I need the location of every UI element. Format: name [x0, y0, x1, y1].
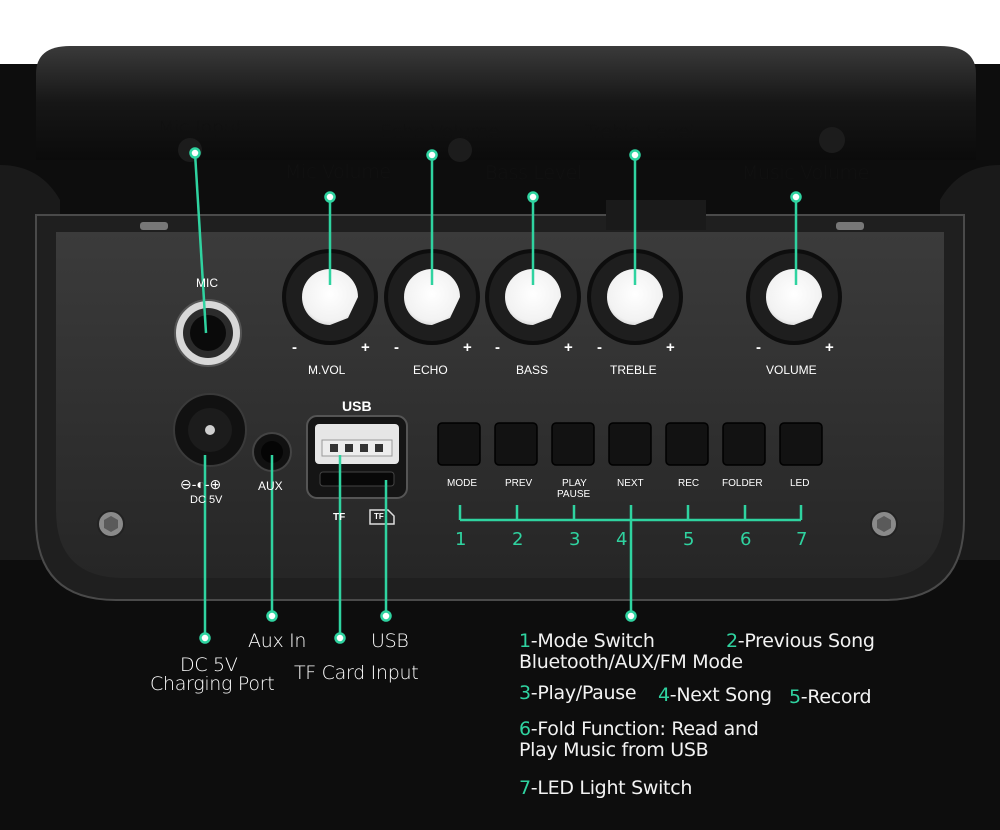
button-number-1: 1 — [455, 529, 467, 550]
note-1-text2: Bluetooth/AUX/FM Mode — [519, 651, 743, 673]
button-number-7: 7 — [796, 529, 808, 550]
mic-label: MIC — [196, 276, 218, 290]
dc-5v-label: DC 5V — [190, 494, 223, 506]
note-3: 3-Play/Pause — [519, 682, 637, 704]
led-label: LED — [790, 478, 810, 489]
echo-minus: - — [394, 339, 399, 356]
callout-tf-card-input: TF Card Input — [294, 662, 419, 684]
next-label: NEXT — [617, 478, 644, 489]
tf-icon-label: TF — [374, 512, 384, 521]
note-7-text: -LED Light Switch — [530, 777, 693, 799]
button-number-6: 6 — [740, 529, 752, 550]
usb-label: USB — [342, 398, 372, 414]
callout-echo-volume: Echo Volume — [380, 121, 500, 143]
note-6-text: -Fold Function: Read and — [530, 718, 759, 740]
note-1-text: -Mode Switch — [530, 630, 655, 652]
echo-plus: + — [463, 339, 472, 356]
note-2: 2-Previous Song — [726, 631, 875, 652]
button-number-5: 5 — [683, 529, 695, 550]
callout-music-volume: Music Volume — [742, 162, 870, 184]
note-4: 4-Next Song — [658, 685, 772, 706]
prev-label: PREV — [505, 478, 533, 489]
note-2-text: -Previous Song — [737, 630, 875, 652]
note-5: 5-Record — [789, 686, 872, 708]
treble-label: TREBLE — [610, 363, 657, 377]
bass-plus: + — [564, 339, 573, 356]
button-number-4: 4 — [616, 529, 628, 550]
note-2-number: 2 — [726, 630, 738, 652]
rec-label: REC — [678, 478, 700, 489]
volume-label: VOLUME — [766, 363, 817, 377]
tf-label: TF — [333, 512, 346, 523]
treble-minus: - — [597, 339, 602, 356]
button-number-2: 2 — [512, 529, 524, 550]
button-number-3: 3 — [569, 529, 581, 550]
callout-charging-port: Charging Port — [150, 673, 275, 695]
pause-label: PAUSE — [557, 489, 591, 500]
callout-bass-level: Bass Level — [485, 162, 583, 184]
bass-minus: - — [495, 339, 500, 356]
callout-usb: USB — [371, 630, 409, 652]
note-5-number: 5 — [789, 686, 801, 708]
aux-label: AUX — [258, 479, 283, 493]
callout-treble-level: Treble Level — [585, 121, 695, 143]
note-3-text: -Play/Pause — [530, 682, 637, 704]
echo-label: ECHO — [413, 363, 448, 377]
play-label: PLAY — [562, 478, 587, 489]
volume-plus: + — [825, 339, 834, 356]
note-5-text: -Record — [800, 686, 872, 708]
note-1: 1-Mode Switch Bluetooth/AUX/FM Mode — [519, 631, 743, 673]
callout-aux-in: Aux In — [248, 630, 307, 652]
note-4-text: -Next Song — [669, 684, 772, 706]
bass-label: BASS — [516, 363, 549, 377]
callout-mic-input: Mic Input — [158, 117, 243, 139]
mvol-label: M.VOL — [308, 363, 346, 377]
dc-polarity-symbol: ⊖-◐-⊕ — [180, 476, 222, 492]
volume-minus: - — [756, 339, 761, 356]
note-6-number: 6 — [519, 718, 531, 740]
note-6-text2: Play Music from USB — [519, 739, 709, 761]
note-4-number: 4 — [658, 684, 670, 706]
note-7-number: 7 — [519, 777, 531, 799]
mode-label: MODE — [447, 478, 477, 489]
folder-label: FOLDER — [722, 478, 763, 489]
note-7: 7-LED Light Switch — [519, 778, 692, 799]
mvol-plus: + — [361, 339, 370, 356]
treble-plus: + — [666, 339, 675, 356]
note-3-number: 3 — [519, 682, 531, 704]
mvol-minus: - — [292, 339, 297, 356]
note-1-number: 1 — [519, 630, 531, 652]
callout-mic-volume: Mic Volume — [285, 161, 391, 183]
note-6: 6-Fold Function: Read and Play Music fro… — [519, 719, 759, 761]
